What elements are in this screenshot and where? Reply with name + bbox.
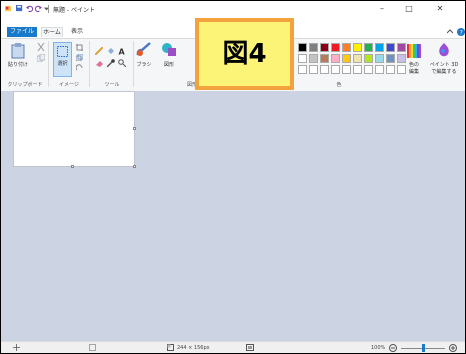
resize-handle-bottom[interactable] [71,165,74,168]
resize-handle-corner[interactable] [133,165,136,168]
color-swatch[interactable] [331,43,340,52]
cursor-position-icon [13,344,20,351]
select-rectangle-icon [57,46,68,57]
status-bar: 244 × 156px 100% [1,341,465,353]
color-swatch[interactable] [298,54,307,63]
custom-color-slot[interactable] [320,65,329,74]
color-swatch[interactable] [342,54,351,63]
paint-window: 無題 - ペイント – □ ✕ ファイル ホーム 表示 ? 貼り付け クリップボ… [0,0,466,354]
crop-icon[interactable] [76,44,83,51]
group-separator [133,41,134,87]
file-size-icon [246,344,254,351]
paste-icon[interactable] [11,43,25,59]
zoom-out-icon[interactable] [389,344,397,352]
color-swatch[interactable] [309,54,318,63]
custom-color-slot[interactable] [364,65,373,74]
svg-text:A: A [119,48,126,56]
canvas-size-text: 244 × 156px [177,345,210,351]
custom-color-slot[interactable] [375,65,384,74]
text-icon[interactable]: A [118,47,126,56]
collapse-ribbon-icon[interactable] [447,29,453,35]
help-icon[interactable]: ? [457,28,465,36]
paint-app-icon [5,5,12,12]
redo-icon[interactable] [35,5,42,12]
color-swatch[interactable] [298,43,307,52]
copy-icon[interactable] [37,54,45,62]
group-label-image: イメージ [59,82,79,88]
custom-color-slot[interactable] [309,65,318,74]
custom-color-slot[interactable] [298,65,307,74]
edit-colors-label[interactable]: 色の 編集 [403,61,425,75]
group-label-clipboard: クリップボード [7,82,43,88]
color-swatch[interactable] [386,43,395,52]
fill-icon[interactable] [107,47,115,55]
group-label-tools: ツール [104,82,120,88]
custom-color-slot[interactable] [342,65,351,74]
save-icon[interactable] [16,5,23,12]
resize-icon[interactable] [76,54,83,61]
paint3d-icon[interactable] [437,43,451,58]
close-button[interactable]: ✕ [429,3,451,15]
figure-label: 図4 [222,39,267,69]
resize-handle-right[interactable] [133,127,136,130]
edit-colors-icon[interactable] [407,44,421,58]
color-picker-icon[interactable] [107,59,115,67]
color-swatch[interactable] [375,54,384,63]
rotate-icon[interactable] [76,64,83,71]
shapes-label[interactable]: 図形 [159,61,179,68]
undo-icon[interactable] [26,5,33,12]
custom-color-slot[interactable] [331,65,340,74]
minimize-button[interactable]: – [371,3,393,15]
select-button[interactable]: 選択 [53,42,72,77]
maximize-button[interactable]: □ [398,3,420,15]
color-swatch[interactable] [309,43,318,52]
paste-label[interactable]: 貼り付け [6,61,30,68]
eraser-icon[interactable] [95,59,103,67]
title-bar: 無題 - ペイント – □ ✕ [1,1,465,17]
zoom-slider-thumb[interactable] [422,344,425,352]
color-swatch[interactable] [320,43,329,52]
tab-view[interactable]: 表示 [67,27,87,37]
color-swatch[interactable] [364,54,373,63]
group-label-colors: 色 [336,82,342,88]
color-swatch[interactable] [397,43,406,52]
brushes-label[interactable]: ブラシ [135,61,153,68]
selection-size-icon [89,344,96,351]
window-title: 無題 - ペイント [53,7,95,14]
pencil-icon[interactable] [95,47,103,55]
color-swatch[interactable] [386,54,395,63]
canvas-size-icon [167,344,174,351]
magnifier-icon[interactable] [118,59,126,67]
title-separator [48,5,49,13]
color-swatch[interactable] [375,43,384,52]
color-swatch[interactable] [320,54,329,63]
tab-file[interactable]: ファイル [7,27,37,37]
figure-callout: 図4 [195,18,294,90]
zoom-in-icon[interactable] [449,344,457,352]
custom-color-slot[interactable] [353,65,362,74]
brush-icon[interactable] [136,42,152,57]
drawing-canvas[interactable] [13,91,135,167]
paint3d-label[interactable]: ペイント 3D で編集する [427,61,461,75]
color-swatch[interactable] [353,43,362,52]
color-swatch[interactable] [342,43,351,52]
workspace [1,91,465,341]
group-separator [89,41,90,87]
color-swatch[interactable] [364,43,373,52]
svg-text:?: ? [460,29,463,36]
shapes-icon[interactable] [161,42,177,57]
cut-icon[interactable] [37,43,45,51]
zoom-level-text: 100% [371,345,386,351]
tab-home[interactable]: ホーム [41,27,63,37]
select-label: 選択 [57,61,68,67]
custom-color-slot[interactable] [386,65,395,74]
color-swatch[interactable] [331,54,340,63]
color-swatch[interactable] [353,54,362,63]
